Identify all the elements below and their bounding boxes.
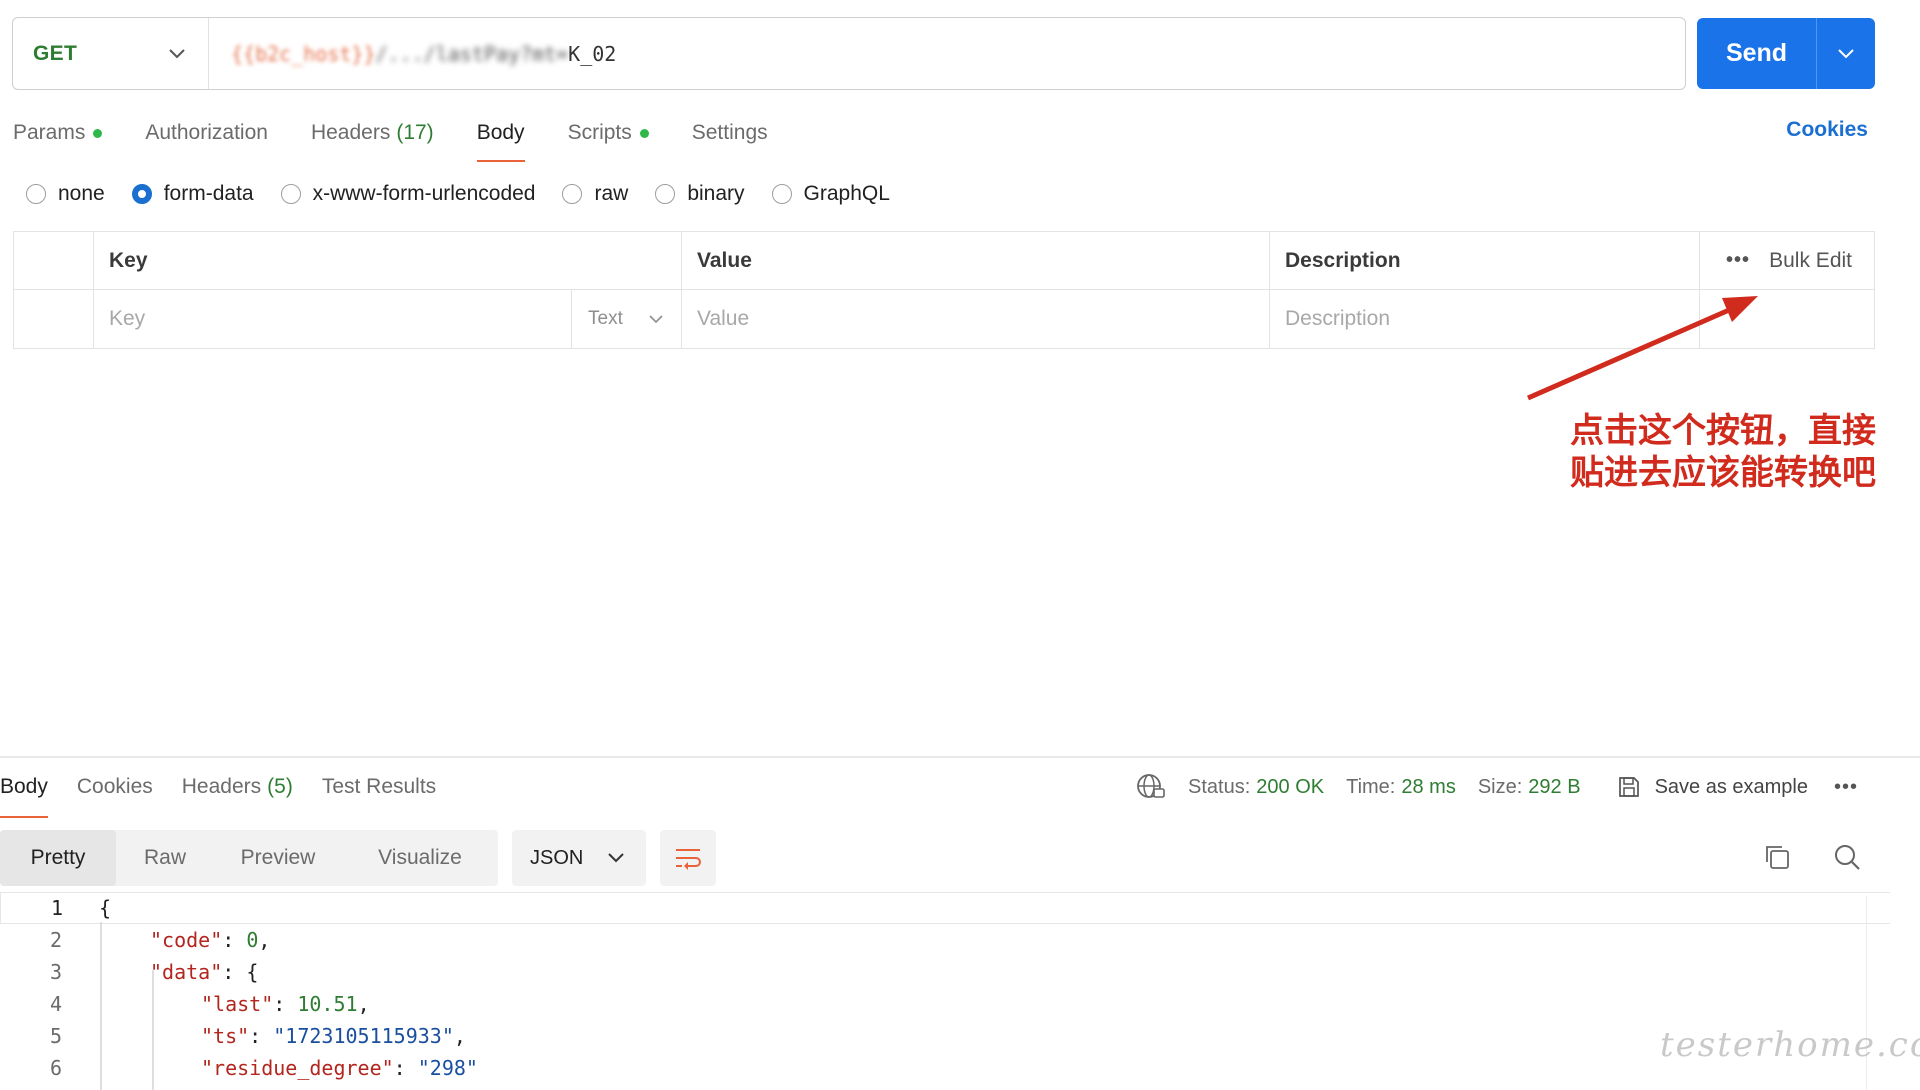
view-mode-segmented: Pretty Raw Preview Visualize [0, 830, 498, 886]
annotation-line-1: 点击这个按钮，直接 [1570, 411, 1876, 451]
line-number: 2 [49, 928, 62, 952]
globe-lock-icon[interactable] [1136, 773, 1166, 801]
tab-label: Cookies [76, 775, 153, 798]
format-select[interactable]: JSON [512, 830, 646, 886]
tab-label: Test Results [321, 775, 437, 798]
time-value: 28 ms [1401, 775, 1456, 798]
tab-label: Headers [181, 775, 262, 798]
code-line: 2 "code": 0, [0, 924, 1890, 956]
save-as-example-label: Save as example [1654, 775, 1808, 798]
response-status-bar: Status: 200 OK Time: 28 ms Size: 292 B Save… [1136, 772, 1858, 802]
copy-button[interactable] [1762, 842, 1792, 877]
annotation-line-2: 贴进去应该能转换吧 [1570, 453, 1876, 493]
chevron-down-icon [608, 853, 624, 863]
view-visualize[interactable]: Visualize [342, 830, 498, 886]
line-number: 6 [49, 1056, 62, 1080]
view-raw[interactable]: Raw [116, 830, 214, 886]
more-options-icon[interactable]: ••• [1834, 776, 1858, 799]
code-text: "data": { [150, 960, 259, 984]
code-line: 6 "residue_degree": "298" [0, 1052, 1890, 1084]
resp-tab-test-results[interactable]: Test Results [322, 772, 436, 802]
tab-count: (5) [267, 775, 293, 798]
code-text: "code": 0, [150, 928, 271, 952]
resp-tab-headers[interactable]: Headers (5) [182, 772, 293, 802]
line-number: 4 [49, 992, 62, 1016]
code-text: "last": 10.51, [201, 992, 370, 1016]
status-value: 200 OK [1256, 775, 1325, 798]
code-line: 4 "last": 10.51, [0, 988, 1890, 1020]
code-line: 5 "ts": "1723105115933", [0, 1020, 1890, 1052]
search-button[interactable] [1832, 842, 1862, 877]
indent-guide [152, 970, 154, 1090]
view-preview[interactable]: Preview [214, 830, 342, 886]
time-label: Time: [1346, 775, 1396, 798]
size-label: Size: [1477, 775, 1523, 798]
code-line: 1 { [0, 892, 1890, 924]
watermark: testerhome.com [1660, 1025, 1920, 1065]
line-number: 1 [50, 896, 63, 920]
format-label: JSON [530, 846, 584, 869]
save-as-example-button[interactable]: Save as example [1617, 775, 1808, 799]
view-pretty[interactable]: Pretty [0, 830, 116, 886]
line-number: 5 [49, 1024, 62, 1048]
response-tabs: Body Cookies Headers (5) Test Results [0, 772, 465, 818]
wrap-lines-icon [676, 849, 701, 870]
code-line: 3 "data": { [0, 956, 1890, 988]
resp-tab-body[interactable]: Body [0, 772, 48, 818]
resp-tab-cookies[interactable]: Cookies [77, 772, 153, 802]
code-text: { [99, 896, 112, 920]
copy-icon [1766, 846, 1789, 869]
size-value: 292 B [1528, 775, 1581, 798]
line-number: 3 [49, 960, 62, 984]
search-icon [1835, 845, 1860, 870]
save-icon [1618, 777, 1639, 797]
wrap-lines-button[interactable] [660, 830, 716, 886]
annotation-note: 点击这个按钮，直接 贴进去应该能转换吧 [1570, 410, 1876, 494]
response-code-view[interactable]: 1 { 2 "code": 0, 3 "data": { 4 "last": 1… [0, 892, 1890, 1084]
code-text: "ts": "1723105115933", [201, 1024, 466, 1048]
status-label: Status: [1188, 775, 1251, 798]
tab-label: Body [0, 775, 48, 798]
code-text: "residue_degree": "298" [201, 1056, 478, 1080]
indent-guide [100, 922, 102, 1090]
response-divider[interactable] [0, 756, 1920, 758]
